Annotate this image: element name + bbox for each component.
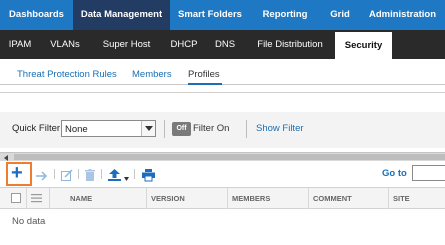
- goto-input[interactable]: [412, 165, 445, 181]
- sub-tab-security[interactable]: Security: [335, 32, 392, 59]
- dropdown-caret-icon[interactable]: [124, 171, 129, 187]
- column-header-site[interactable]: SITE: [393, 194, 410, 203]
- column-divider: [49, 188, 50, 209]
- column-header-name[interactable]: NAME: [70, 194, 92, 203]
- show-filter-link[interactable]: Show Filter: [256, 123, 304, 134]
- add-button[interactable]: +: [6, 162, 32, 186]
- section-tabs: Threat Protection Rules Members Profiles: [0, 59, 445, 85]
- top-tab-dashboards[interactable]: Dashboards: [0, 0, 73, 30]
- top-tab-reporting[interactable]: Reporting: [250, 0, 320, 30]
- sub-tab-dhcp[interactable]: DHCP: [163, 30, 205, 59]
- plus-icon: +: [11, 162, 23, 184]
- column-header-members[interactable]: MEMBERS: [232, 194, 270, 203]
- column-header-version[interactable]: VERSION: [151, 194, 185, 203]
- tab-profiles[interactable]: Profiles: [188, 69, 222, 85]
- column-divider: [146, 188, 147, 209]
- column-divider: [308, 188, 309, 209]
- sub-tab-vlans[interactable]: VLANs: [40, 30, 90, 59]
- sub-tab-super-host[interactable]: Super Host: [90, 30, 163, 59]
- separator: [246, 120, 247, 138]
- sub-tab-ipam[interactable]: IPAM: [0, 30, 40, 59]
- column-divider: [388, 188, 389, 209]
- chevron-down-icon[interactable]: [141, 121, 155, 136]
- grid-header: NAME VERSION MEMBERS COMMENT SITE: [0, 187, 445, 209]
- grid-toolbar: + Go to: [0, 161, 445, 186]
- trash-icon[interactable]: [85, 167, 95, 183]
- arrow-right-icon[interactable]: [36, 168, 48, 184]
- tab-members[interactable]: Members: [132, 69, 172, 85]
- filter-toggle[interactable]: Off: [172, 122, 191, 136]
- toolbar-separator: [134, 169, 135, 179]
- top-nav: Dashboards Data Management Smart Folders…: [0, 0, 445, 30]
- scrollbar-thumb[interactable]: [14, 154, 445, 160]
- divider: [0, 92, 445, 93]
- select-all-checkbox[interactable]: [11, 193, 21, 203]
- sub-nav: IPAM VLANs Super Host DHCP DNS File Dist…: [0, 30, 445, 59]
- upload-icon[interactable]: [108, 167, 121, 183]
- column-divider: [227, 188, 228, 209]
- quick-filter-value: None: [65, 124, 88, 135]
- toolbar-separator: [78, 169, 79, 179]
- filter-bar: Quick Filter None Off Filter On Show Fil…: [0, 112, 445, 148]
- column-header-comment[interactable]: COMMENT: [313, 194, 352, 203]
- top-tab-administration[interactable]: Administration: [360, 0, 445, 30]
- quick-filter-select[interactable]: None: [61, 120, 156, 137]
- column-menu-icon[interactable]: [31, 193, 42, 203]
- top-tab-smart-folders[interactable]: Smart Folders: [170, 0, 250, 30]
- column-divider: [26, 188, 27, 209]
- top-tab-grid[interactable]: Grid: [320, 0, 360, 30]
- top-tab-data-management[interactable]: Data Management: [73, 0, 170, 30]
- sub-tab-dns[interactable]: DNS: [205, 30, 245, 59]
- edit-icon[interactable]: [61, 167, 73, 183]
- separator: [164, 120, 165, 138]
- sub-tab-file-distribution[interactable]: File Distribution: [245, 30, 335, 59]
- horizontal-scrollbar[interactable]: [0, 152, 445, 161]
- tab-threat-protection-rules[interactable]: Threat Protection Rules: [17, 69, 117, 85]
- print-icon[interactable]: [142, 167, 155, 183]
- empty-state-text: No data: [12, 216, 46, 227]
- quick-filter-label: Quick Filter: [12, 123, 61, 134]
- toolbar-separator: [54, 169, 55, 179]
- goto-label: Go to: [382, 168, 407, 179]
- filter-on-label: Filter On: [193, 123, 230, 134]
- toolbar-separator: [101, 169, 102, 179]
